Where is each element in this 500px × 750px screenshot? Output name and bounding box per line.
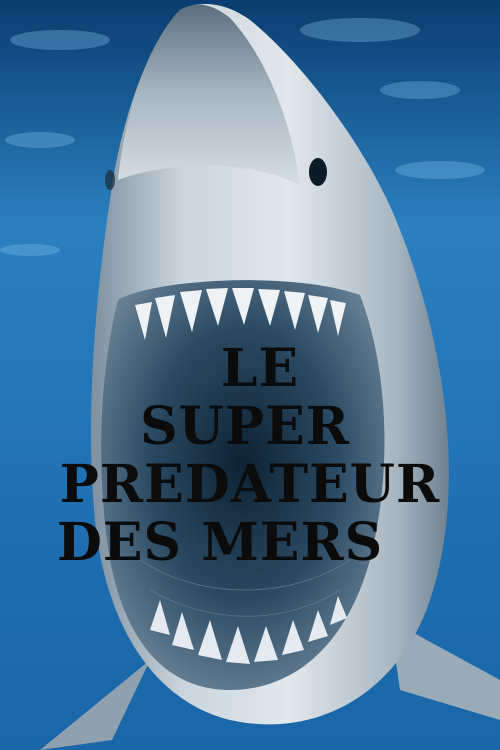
title-line-2: SUPER bbox=[140, 396, 350, 457]
title-line-4: DES MERS bbox=[56, 512, 384, 573]
movie-poster: LE SUPER PREDATEUR DES MERS bbox=[0, 0, 500, 750]
title-line-1: LE bbox=[220, 338, 300, 399]
poster-title: LE SUPER PREDATEUR DES MERS bbox=[0, 340, 500, 572]
shark-eye bbox=[309, 158, 327, 186]
shark-eye-left bbox=[105, 170, 115, 190]
title-line-3: PREDATEUR bbox=[59, 454, 441, 515]
